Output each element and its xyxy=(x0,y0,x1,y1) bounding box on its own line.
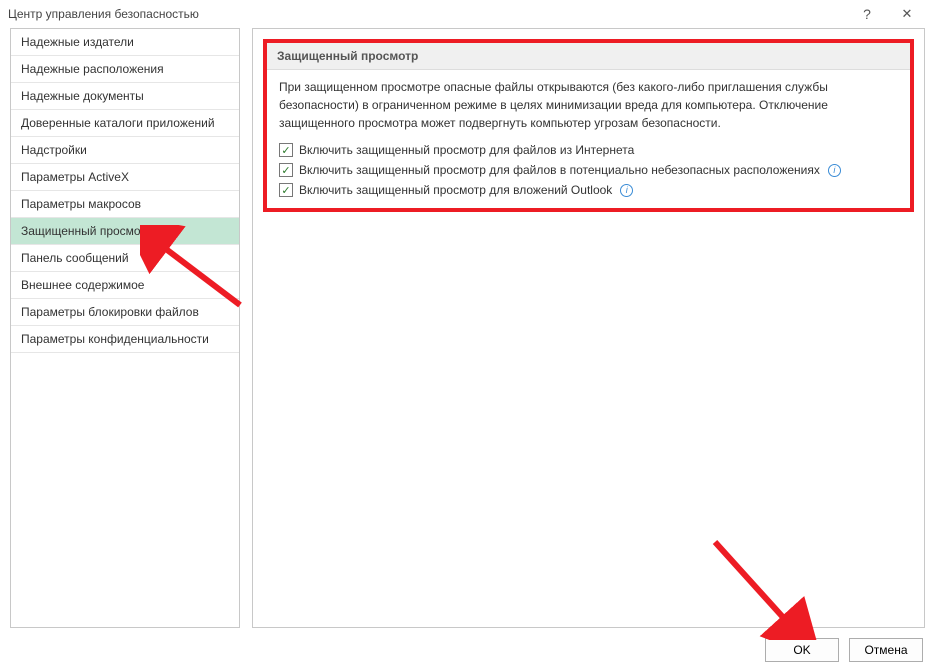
section-header: Защищенный просмотр xyxy=(267,43,910,70)
sidebar-item[interactable]: Надежные расположения xyxy=(11,56,239,83)
checkbox-label: Включить защищенный просмотр для файлов … xyxy=(299,143,634,157)
sidebar-item[interactable]: Надежные издатели xyxy=(11,29,239,56)
window-title: Центр управления безопасностью xyxy=(8,7,847,21)
sidebar-item[interactable]: Защищенный просмотр xyxy=(11,218,239,245)
sidebar-item[interactable]: Доверенные каталоги приложений xyxy=(11,110,239,137)
cancel-button[interactable]: Отмена xyxy=(849,638,923,662)
sidebar: Надежные издателиНадежные расположенияНа… xyxy=(10,28,240,628)
checkbox[interactable]: ✓ xyxy=(279,183,293,197)
close-button[interactable]: ✕ xyxy=(887,1,927,27)
content-area: Надежные издателиНадежные расположенияНа… xyxy=(0,28,935,628)
protected-view-section: Защищенный просмотр При защищенном просм… xyxy=(263,39,914,212)
main-panel: Защищенный просмотр При защищенном просм… xyxy=(252,28,925,628)
sidebar-item[interactable]: Параметры ActiveX xyxy=(11,164,239,191)
checkbox-label: Включить защищенный просмотр для файлов … xyxy=(299,163,820,177)
dialog-footer: OK Отмена xyxy=(765,638,923,662)
checkbox[interactable]: ✓ xyxy=(279,163,293,177)
checkbox-label: Включить защищенный просмотр для вложени… xyxy=(299,183,612,197)
sidebar-item[interactable]: Внешнее содержимое xyxy=(11,272,239,299)
checkbox-row: ✓ Включить защищенный просмотр для вложен… xyxy=(279,180,898,200)
info-icon[interactable]: i xyxy=(828,164,841,177)
checkbox-row: ✓ Включить защищенный просмотр для файлов… xyxy=(279,160,898,180)
section-description: При защищенном просмотре опасные файлы о… xyxy=(279,78,898,132)
sidebar-item[interactable]: Параметры блокировки файлов xyxy=(11,299,239,326)
info-icon[interactable]: i xyxy=(620,184,633,197)
help-button[interactable]: ? xyxy=(847,1,887,27)
ok-button[interactable]: OK xyxy=(765,638,839,662)
checkbox[interactable]: ✓ xyxy=(279,143,293,157)
checkbox-row: ✓ Включить защищенный просмотр для файлов… xyxy=(279,140,898,160)
sidebar-item[interactable]: Параметры макросов xyxy=(11,191,239,218)
titlebar: Центр управления безопасностью ? ✕ xyxy=(0,0,935,28)
sidebar-item[interactable]: Надстройки xyxy=(11,137,239,164)
sidebar-item[interactable]: Панель сообщений xyxy=(11,245,239,272)
section-body: При защищенном просмотре опасные файлы о… xyxy=(267,70,910,208)
sidebar-item[interactable]: Параметры конфиденциальности xyxy=(11,326,239,353)
sidebar-item[interactable]: Надежные документы xyxy=(11,83,239,110)
